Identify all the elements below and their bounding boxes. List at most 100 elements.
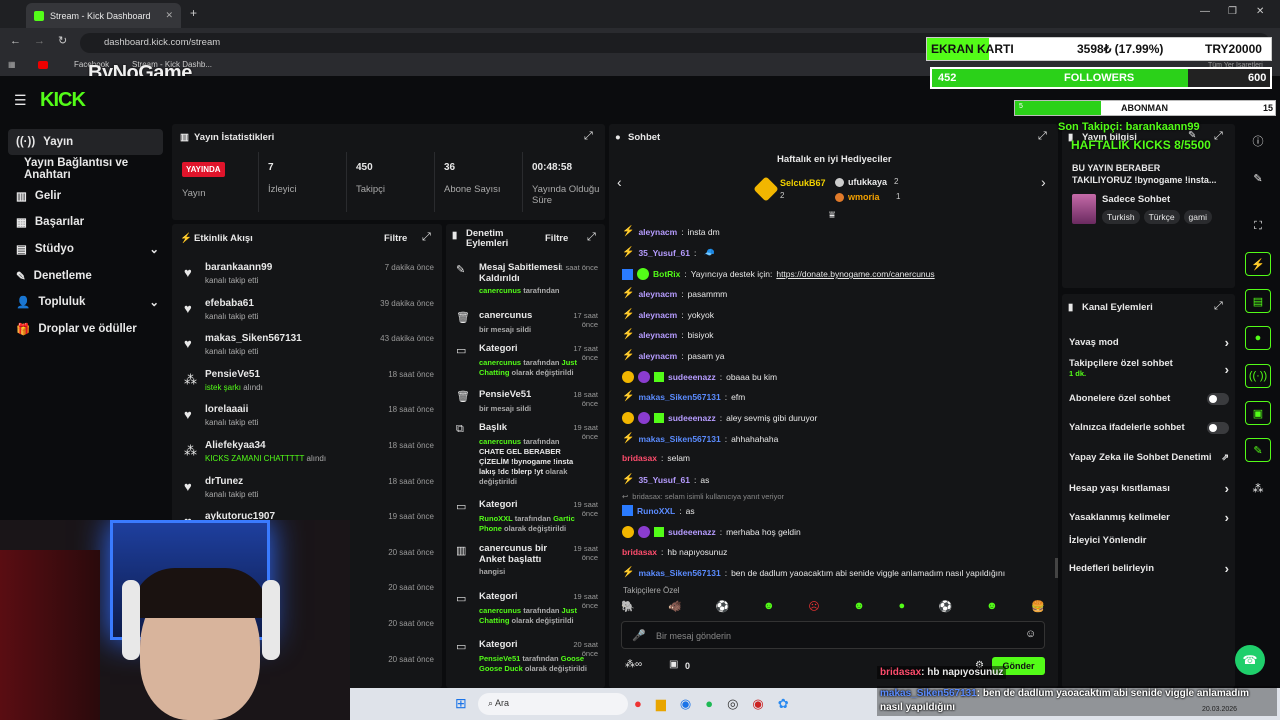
forward-icon[interactable]: → bbox=[34, 35, 45, 47]
event-user[interactable]: PensieVe51 bbox=[205, 369, 260, 380]
chat-message[interactable]: sudeeenazz: obaaa bu kim bbox=[622, 371, 777, 383]
channel-action-item[interactable]: Yasaklanmış kelimeler › bbox=[1069, 510, 1229, 525]
chat-message[interactable]: ⚡ aleynacm: pasammm bbox=[622, 288, 727, 299]
chat-input-box[interactable]: 🎤 Bir mesaj gönderin ☺ bbox=[621, 621, 1045, 649]
minimize-icon[interactable]: — bbox=[1200, 6, 1210, 17]
gifter-2-name[interactable]: ufukkaya bbox=[848, 177, 887, 187]
emote-icon[interactable]: ⚽ bbox=[939, 600, 953, 618]
chat-username[interactable]: makas_Siken567131 bbox=[638, 434, 720, 444]
activity-event[interactable]: ♥ drTunez kanalı takip etti 18 saat önce bbox=[172, 474, 442, 508]
community-points-icon[interactable]: ⁂∞ bbox=[625, 659, 642, 670]
event-user[interactable]: drTunez bbox=[205, 476, 243, 487]
chat-message[interactable]: ⚡ aleynacm: yokyok bbox=[622, 309, 714, 320]
category-thumbnail[interactable] bbox=[1072, 194, 1096, 224]
chat-message[interactable]: ⚡ aleynacm: insta dm bbox=[622, 226, 720, 237]
community-points-icon[interactable]: ⁂ bbox=[1245, 476, 1271, 500]
chat-message[interactable]: RunoXXL: as bbox=[622, 505, 695, 516]
apps-icon[interactable]: ▦ bbox=[8, 60, 16, 69]
activity-event[interactable]: ⁂ PensieVe51 istek şarkı alındı 18 saat … bbox=[172, 367, 442, 401]
expand-icon[interactable]: ⤢ bbox=[584, 130, 593, 143]
emote-icon[interactable]: ☹ bbox=[808, 600, 819, 618]
activity-event[interactable]: ⁂ Aliefekyaa34 KICKS ZAMANI CHATTTTT alı… bbox=[172, 438, 442, 472]
channel-action-item[interactable]: Yavaş mod › bbox=[1069, 335, 1229, 350]
back-icon[interactable]: ← bbox=[10, 35, 21, 47]
chat-username[interactable]: aleynacm bbox=[638, 330, 677, 340]
category-name[interactable]: Sadece Sohbet bbox=[1102, 194, 1170, 205]
expand-icon[interactable]: ⤢ bbox=[1214, 300, 1223, 313]
youtube-icon[interactable] bbox=[38, 61, 48, 69]
chat-username[interactable]: 35_Yusuf_61 bbox=[638, 475, 690, 485]
chat-message[interactable]: sudeeenazz: aley sevmiş gibi duruyor bbox=[622, 412, 817, 424]
chat-message[interactable]: ⚡ aleynacm: pasam ya bbox=[622, 350, 724, 361]
chat-message[interactable]: ⚡ 35_Yusuf_61: as bbox=[622, 474, 709, 485]
tab-close-icon[interactable]: ✕ bbox=[165, 10, 173, 21]
chevron-left-icon[interactable]: ‹ bbox=[617, 174, 622, 190]
emote-icon[interactable]: ● bbox=[898, 600, 905, 618]
tag-chip[interactable]: Türkçe bbox=[1143, 210, 1180, 224]
chat-username[interactable]: sudeeenazz bbox=[668, 527, 716, 537]
expand-icon[interactable]: ⤢ bbox=[422, 231, 431, 244]
emoji-icon[interactable]: ☺ bbox=[1025, 628, 1036, 640]
chat-username[interactable]: aleynacm bbox=[638, 227, 677, 237]
tag-chip[interactable]: Turkish bbox=[1102, 210, 1140, 224]
maximize-icon[interactable]: ❐ bbox=[1228, 6, 1237, 17]
chat-icon[interactable]: ● bbox=[1245, 326, 1271, 350]
chat-username[interactable]: makas_Siken567131 bbox=[638, 568, 720, 578]
activity-filter-button[interactable]: Filtre bbox=[384, 233, 407, 244]
chat-username[interactable]: 35_Yusuf_61 bbox=[638, 248, 690, 258]
emote-icon[interactable]: 🐗 bbox=[668, 600, 682, 618]
chat-message[interactable]: ⚡ aleynacm: bisiyok bbox=[622, 329, 714, 340]
event-user[interactable]: Aliefekyaa34 bbox=[205, 440, 266, 451]
bolt-icon[interactable]: ⚡ bbox=[1245, 252, 1271, 276]
gifter-1-name[interactable]: SelcukB67 bbox=[780, 178, 826, 188]
browser-tab[interactable]: Stream - Kick Dashboard ✕ bbox=[26, 3, 181, 28]
windows-start-icon[interactable]: ⊞ bbox=[455, 695, 467, 712]
chat-username[interactable]: sudeeenazz bbox=[668, 372, 716, 382]
sidebar-item-studyo[interactable]: ▤ Stüdyo ⌄ bbox=[8, 236, 163, 262]
donate-link[interactable]: https://donate.bynogame.com/canercunus bbox=[776, 269, 934, 279]
reload-icon[interactable]: ↻ bbox=[58, 34, 67, 47]
activity-event[interactable]: ♥ efebaba61 kanalı takip etti 39 dakika … bbox=[172, 296, 442, 330]
emote-icon[interactable]: ☻ bbox=[763, 600, 775, 618]
moderation-filter-button[interactable]: Filtre bbox=[545, 233, 568, 244]
toggle-switch[interactable] bbox=[1207, 422, 1229, 434]
tag-chip[interactable]: gami bbox=[1183, 210, 1212, 224]
sidebar-item-basarilar[interactable]: ▦ Başarılar bbox=[8, 209, 163, 235]
taskbar-search[interactable]: ⌕ Ara bbox=[478, 693, 628, 715]
activity-event[interactable]: ♥ barankaann99 kanalı takip etti 7 dakik… bbox=[172, 260, 442, 294]
sidebar-item-gelir[interactable]: ▥ Gelir bbox=[8, 183, 163, 209]
spotify-icon[interactable]: ● bbox=[705, 696, 713, 712]
menu-icon[interactable]: ☰ bbox=[14, 92, 27, 109]
app-icon[interactable]: ◉ bbox=[752, 696, 763, 712]
chat-message[interactable]: ⚡ makas_Siken567131: efm bbox=[622, 391, 745, 402]
channel-action-item[interactable]: İzleyici Yönlendir bbox=[1069, 536, 1229, 546]
chat-username[interactable]: RunoXXL bbox=[637, 506, 675, 516]
emote-icon[interactable]: ⚽ bbox=[716, 600, 730, 618]
kick-logo[interactable]: KICK bbox=[40, 89, 86, 112]
emote-icon[interactable]: 🐘 bbox=[621, 600, 635, 618]
gift-icon[interactable]: ▣ bbox=[669, 659, 678, 670]
chat-message[interactable]: ⚡ makas_Siken567131: ben de dadlum yaoacak… bbox=[622, 567, 1005, 578]
chat-message[interactable]: bridasax: selam bbox=[622, 453, 690, 463]
moderation-icon[interactable]: ▣ bbox=[1245, 401, 1271, 425]
support-chat-icon[interactable]: ☎ bbox=[1235, 645, 1265, 675]
chat-username[interactable]: aleynacm bbox=[638, 289, 677, 299]
channel-action-item[interactable]: Hesap yaşı kısıtlaması › bbox=[1069, 481, 1229, 496]
note-icon[interactable]: ▤ bbox=[1245, 289, 1271, 313]
channel-action-item[interactable]: Takipçilere özel sohbet 1 dk. › bbox=[1069, 359, 1229, 379]
wrench-icon[interactable]: ✎ bbox=[1245, 438, 1271, 462]
channel-action-item[interactable]: Abonelere özel sohbet bbox=[1069, 393, 1229, 405]
screenshot-icon[interactable]: ⛶ bbox=[1245, 214, 1271, 238]
activity-event[interactable]: ♥ makas_Siken567131 kanalı takip etti 43… bbox=[172, 331, 442, 365]
chat-username[interactable]: aleynacm bbox=[638, 351, 677, 361]
sidebar-item-stream-key[interactable]: Yayın Bağlantısı ve Anahtarı bbox=[16, 156, 171, 182]
chat-message[interactable]: ⚡ makas_Siken567131: ahhahahaha bbox=[622, 433, 778, 444]
channel-action-item[interactable]: Yalnızca ifadelerle sohbet bbox=[1069, 422, 1229, 434]
app-icon[interactable]: ● bbox=[634, 696, 642, 712]
gifter-3-name[interactable]: wmoria bbox=[848, 192, 880, 202]
edit-icon[interactable]: ✎ bbox=[1245, 166, 1271, 190]
chat-username[interactable]: sudeeenazz bbox=[668, 413, 716, 423]
chat-username[interactable]: makas_Siken567131 bbox=[638, 392, 720, 402]
toggle-switch[interactable] bbox=[1207, 393, 1229, 405]
app-icon[interactable]: ✿ bbox=[778, 696, 789, 712]
